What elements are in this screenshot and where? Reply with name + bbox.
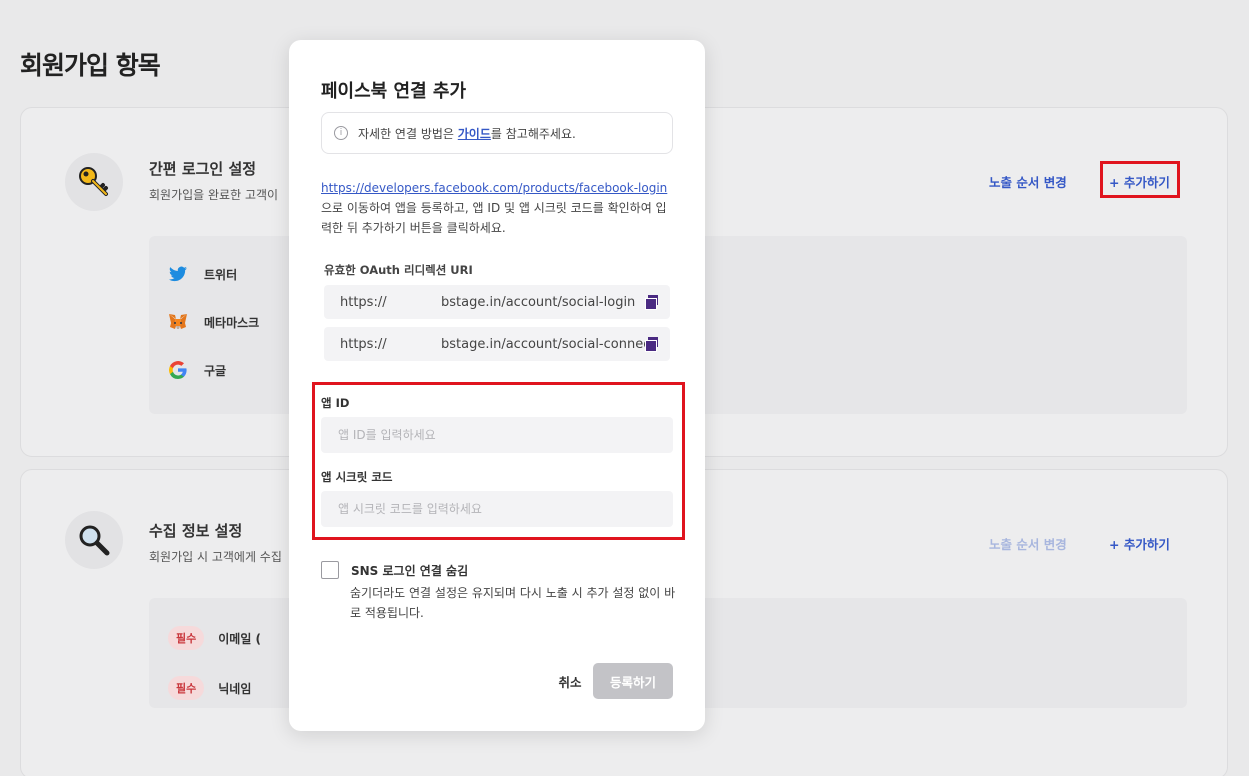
hide-sns-checkbox[interactable] <box>321 561 339 579</box>
cancel-button[interactable]: 취소 <box>545 663 595 699</box>
twitter-icon <box>168 264 188 284</box>
redirect-uri-login: https:// bstage.in/account/social-login <box>324 285 670 319</box>
social-item-google: 구글 <box>168 360 226 380</box>
fields-highlight <box>312 382 685 540</box>
modal-title: 페이스북 연결 추가 <box>321 81 467 102</box>
add-button-highlight <box>1100 161 1180 198</box>
copy-icon[interactable] <box>645 295 658 310</box>
info-text: 자세한 연결 방법은 가이드를 참고해주세요. <box>358 125 576 142</box>
guide-link[interactable]: 가이드 <box>458 127 491 141</box>
metamask-icon <box>168 312 188 332</box>
uri-label: 유효한 OAuth 리디렉션 URI <box>324 263 473 277</box>
redirect-uri-connect: https:// bstage.in/account/social-connec… <box>324 327 670 361</box>
register-button[interactable]: 등록하기 <box>593 663 673 699</box>
copy-icon[interactable] <box>645 337 658 352</box>
login-card-description: 회원가입을 완료한 고객이 <box>149 188 279 202</box>
social-label: 트위터 <box>204 267 238 282</box>
collect-card-description: 회원가입 시 고객에게 수집 <box>149 550 282 564</box>
hide-sns-description: 숨기더라도 연결 설정은 유지되며 다시 노출 시 추가 설정 없이 바로 적용… <box>350 586 676 620</box>
uri-protocol: https:// <box>340 336 387 352</box>
field-label: 이메일 ( <box>218 631 262 646</box>
required-badge: 필수 <box>168 626 205 650</box>
login-order-change-link[interactable]: 노출 순서 변경 <box>989 172 1067 191</box>
list-item: 필수 닉네임 <box>168 676 251 700</box>
required-badge: 필수 <box>168 676 205 700</box>
field-label: 닉네임 <box>218 681 252 696</box>
info-box: i 자세한 연결 방법은 가이드를 참고해주세요. <box>321 112 673 154</box>
magnifier-icon <box>65 511 123 569</box>
instructions: https://developers.facebook.com/products… <box>321 178 675 238</box>
hide-sns-label[interactable]: SNS 로그인 연결 숨김 <box>351 562 468 579</box>
social-item-twitter: 트위터 <box>168 264 237 284</box>
uri-protocol: https:// <box>340 294 387 310</box>
social-label: 구글 <box>204 363 227 378</box>
facebook-connect-modal: 페이스북 연결 추가 i 자세한 연결 방법은 가이드를 참고해주세요. htt… <box>289 40 705 731</box>
info-prefix: 자세한 연결 방법은 <box>358 126 458 141</box>
social-item-metamask: 메타마스크 <box>168 312 259 332</box>
uri-path: bstage.in/account/social-connect <box>441 336 656 352</box>
login-card-title: 간편 로그인 설정 <box>149 160 257 178</box>
collect-card-title: 수집 정보 설정 <box>149 522 243 540</box>
page-title: 회원가입 항목 <box>20 51 161 80</box>
instructions-text: 으로 이동하여 앱을 등록하고, 앱 ID 및 앱 시크릿 코드를 확인하여 입… <box>321 201 667 235</box>
collect-order-change-link[interactable]: 노출 순서 변경 <box>989 534 1067 553</box>
collect-add-button[interactable]: + 추가하기 <box>1109 534 1170 553</box>
info-icon: i <box>334 126 348 140</box>
social-label: 메타마스크 <box>204 315 260 330</box>
facebook-developers-link[interactable]: https://developers.facebook.com/products… <box>321 181 667 195</box>
uri-path: bstage.in/account/social-login <box>441 294 636 310</box>
list-item: 필수 이메일 ( <box>168 626 261 650</box>
info-suffix: 를 참고해주세요. <box>490 126 576 141</box>
key-icon <box>65 153 123 211</box>
google-icon <box>168 360 188 380</box>
